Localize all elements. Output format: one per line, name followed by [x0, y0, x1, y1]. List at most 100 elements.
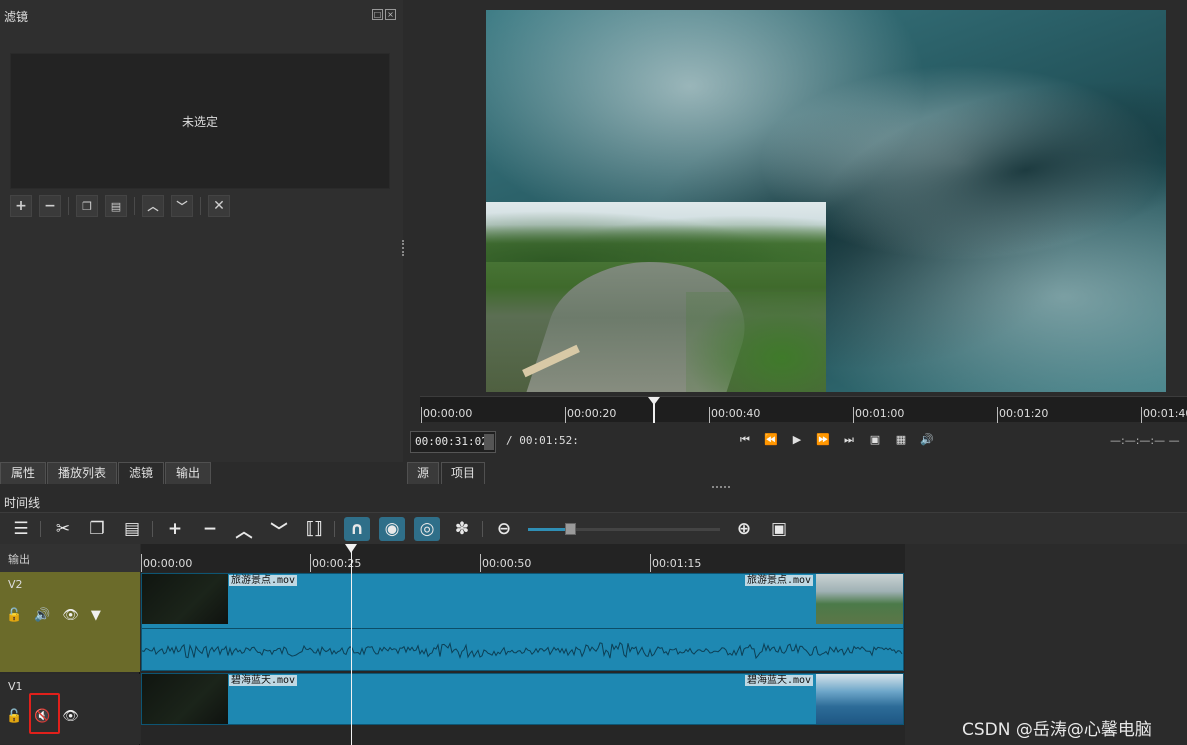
tab-export[interactable]: 输出 [165, 462, 212, 484]
copy-filter-button[interactable]: ❐ [76, 195, 98, 217]
menu-icon[interactable]: ☰ [8, 517, 34, 541]
zoom-in-icon[interactable]: ⊕ [731, 517, 757, 541]
viewer-ruler[interactable]: 00:00:00 00:00:20 00:00:40 00:01:00 00:0… [420, 396, 1187, 423]
track-controls-v2: 🔓 🔊 👁 ▼ [6, 608, 101, 623]
scrub-icon[interactable]: ◉ [379, 517, 405, 541]
vertical-splitter[interactable] [402, 240, 404, 256]
tab-playlist[interactable]: 播放列表 [47, 462, 118, 484]
tab-properties[interactable]: 属性 [0, 462, 47, 484]
pip-overlay [486, 202, 826, 392]
fast-forward-icon[interactable]: ⏩ [816, 433, 830, 447]
add-filter-button[interactable]: + [10, 195, 32, 217]
timeline-ruler[interactable]: 00:00:00 00:00:25 00:00:50 00:01:15 [141, 544, 905, 572]
skip-previous-icon[interactable]: ⏮ [738, 433, 752, 447]
timeline-playhead[interactable] [345, 544, 357, 745]
clip-v2[interactable]: 旅游景点.mov 旅游景点.mov [141, 573, 904, 671]
float-icon[interactable]: □ [372, 9, 383, 20]
timeline-toolbar: ☰ ✂ ❐ ▤ + − ︿ ﹀ ⟦⟧ ∩ ◉ ◎ ✽ ⊖ ⊕ ▣ [0, 512, 1187, 544]
clip-thumbnail-end [816, 574, 903, 624]
move-down-icon: ﹀ [176, 200, 188, 213]
filter-list[interactable]: 未选定 [10, 53, 390, 189]
filter-empty-text: 未选定 [181, 114, 218, 129]
paste-filter-button[interactable]: ▤ [105, 195, 127, 217]
waveform-svg [141, 641, 903, 660]
clip-label-end: 旅游景点.mov [745, 575, 814, 586]
paste-icon[interactable]: ▤ [119, 517, 145, 541]
zoom-fit-icon[interactable]: ▣ [868, 433, 882, 447]
ruler-label: 00:01:15 [652, 557, 702, 570]
clip-label-start: 旅游景点.mov [229, 575, 298, 586]
track-header-v2[interactable]: V2 🔓 🔊 👁 ▼ [0, 572, 140, 672]
filter-icon[interactable]: ▼ [91, 608, 101, 623]
toolbar-separator [40, 521, 41, 537]
move-up-button[interactable]: ︿ [142, 195, 164, 217]
clip-thumbnail-end [816, 674, 903, 724]
remove-icon[interactable]: − [197, 517, 223, 541]
volume-icon[interactable]: 🔊 [34, 608, 50, 623]
ripple-all-icon[interactable]: ✽ [449, 517, 475, 541]
overwrite-icon[interactable]: ﹀ [266, 517, 292, 542]
zoom-fit-icon[interactable]: ▣ [766, 517, 792, 541]
split-icon[interactable]: ⟦⟧ [301, 517, 327, 541]
snap-icon[interactable]: ∩ [344, 517, 370, 541]
tab-project[interactable]: 项目 [441, 462, 486, 484]
timeline-area[interactable]: 00:00:00 00:00:25 00:00:50 00:01:15 旅游景点… [141, 544, 905, 745]
preview-water-rock [803, 48, 1166, 292]
append-icon[interactable]: + [162, 517, 188, 541]
track-header-v1[interactable]: V1 🔓 🔇 👁 [0, 674, 140, 744]
skip-next-icon[interactable]: ⏭ [842, 433, 856, 447]
zoom-slider-handle[interactable] [565, 523, 577, 535]
ruler-tick [310, 554, 311, 572]
timecode-field[interactable]: 00:00:31:02 [410, 431, 496, 453]
move-down-button[interactable]: ﹀ [171, 195, 193, 217]
clip-v1[interactable]: 碧海蓝天.mov 碧海蓝天.mov [141, 673, 904, 725]
track-name-v2: V2 [8, 578, 23, 591]
transport-bar: 00:00:31:02 / 00:01:52: ⏮ ⏪ ▶ ⏩ ⏭ ▣ ▦ 🔊 … [410, 431, 1187, 453]
mute-highlight-box [29, 693, 60, 734]
track-name-v1: V1 [8, 680, 23, 693]
ruler-label: 00:00:00 [423, 407, 473, 420]
out-point-label: —:—:—:— — [1110, 434, 1180, 447]
remove-filter-button[interactable]: − [39, 195, 61, 217]
output-track-header[interactable]: 输出 [0, 544, 140, 572]
filters-panel-title: 滤镜 [4, 10, 29, 24]
video-preview[interactable] [486, 10, 1166, 392]
lift-icon[interactable]: ︿ [231, 517, 257, 542]
remove-icon: − [44, 198, 56, 214]
horizontal-splitter[interactable] [712, 486, 730, 488]
move-up-icon: ︿ [147, 200, 159, 213]
lock-icon[interactable]: 🔓 [6, 709, 22, 724]
pip-bank [686, 292, 826, 392]
ruler-label: 00:00:00 [143, 557, 193, 570]
transport-buttons: ⏮ ⏪ ▶ ⏩ ⏭ ▣ ▦ 🔊 [738, 433, 934, 447]
ruler-label: 00:00:25 [312, 557, 362, 570]
ruler-label: 00:01:20 [999, 407, 1049, 420]
add-icon: + [15, 198, 27, 214]
tab-filters[interactable]: 滤镜 [118, 462, 165, 484]
play-icon[interactable]: ▶ [790, 433, 804, 447]
close-icon[interactable]: × [385, 9, 396, 20]
cut-icon[interactable]: ✂ [50, 517, 76, 541]
duration-label: / 00:01:52: [506, 434, 579, 447]
timecode-spinner[interactable] [484, 434, 494, 450]
zoom-slider[interactable] [528, 523, 720, 535]
volume-icon[interactable]: 🔊 [920, 433, 934, 447]
ruler-tick [1141, 407, 1142, 423]
deselect-filter-button[interactable]: ✕ [208, 195, 230, 217]
lock-icon[interactable]: 🔓 [6, 608, 22, 623]
viewer-panel: 00:00:00 00:00:20 00:00:40 00:01:00 00:0… [405, 0, 1187, 484]
ripple-icon[interactable]: ◎ [414, 517, 440, 541]
eye-icon[interactable]: 👁 [62, 709, 79, 724]
rewind-icon[interactable]: ⏪ [764, 433, 778, 447]
zoom-slider-fill [528, 528, 571, 531]
grid-icon[interactable]: ▦ [894, 433, 908, 447]
toolbar-separator [134, 197, 135, 215]
timeline-title: 时间线 [4, 496, 41, 510]
eye-icon[interactable]: 👁 [62, 608, 79, 623]
ruler-tick [480, 554, 481, 572]
tab-source[interactable]: 源 [407, 462, 440, 484]
zoom-out-icon[interactable]: ⊖ [491, 517, 517, 541]
copy-icon[interactable]: ❐ [84, 517, 110, 541]
viewer-playhead[interactable] [648, 397, 660, 423]
clip-label-end: 碧海蓝天.mov [745, 675, 814, 686]
